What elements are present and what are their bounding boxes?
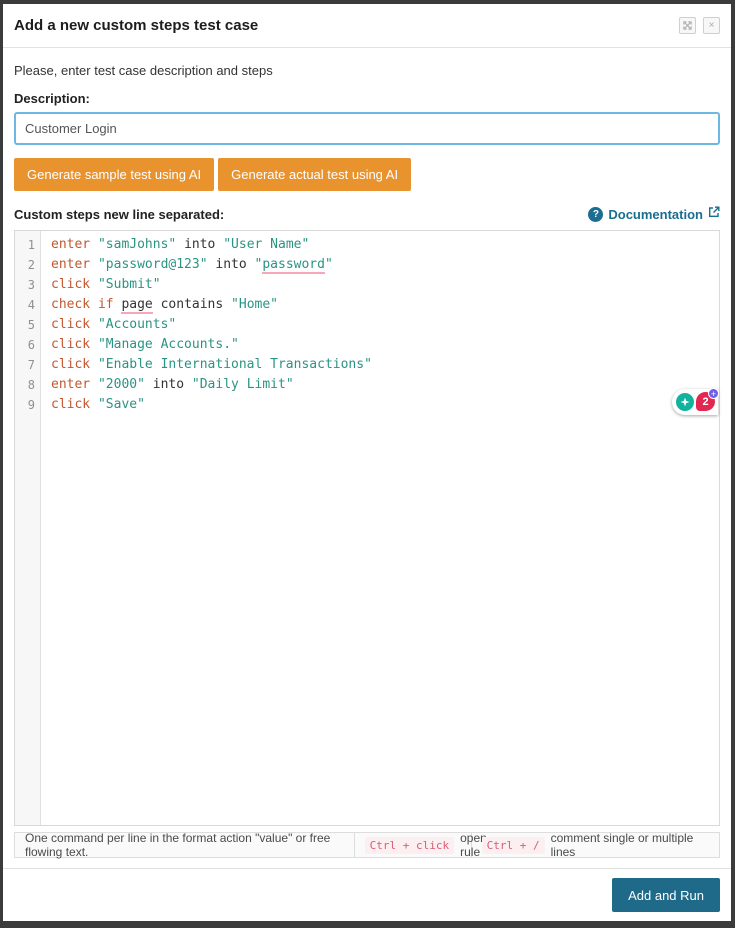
add-and-run-button[interactable]: Add and Run <box>612 878 720 912</box>
external-link-icon <box>708 205 720 223</box>
generate-sample-test-button[interactable]: Generate sample test using AI <box>14 158 215 191</box>
code-line: click "Save" <box>51 397 145 412</box>
premium-plus-icon: + <box>708 388 719 399</box>
maximize-button[interactable] <box>679 17 696 34</box>
documentation-label: Documentation <box>608 206 703 222</box>
editor-lines: enter "samJohns" into "User Name" enter "… <box>41 231 719 825</box>
grammar-checker-widget: 2 + <box>672 388 719 415</box>
modal-title: Add a new custom steps test case <box>14 17 259 34</box>
generate-actual-test-button[interactable]: Generate actual test using AI <box>218 158 412 191</box>
code-line: click "Accounts" <box>51 317 177 332</box>
grammar-error-count-button[interactable]: 2 + <box>696 388 719 412</box>
code-line: check if page contains "Home" <box>51 297 279 314</box>
documentation-link[interactable]: ? Documentation <box>588 205 720 223</box>
kbd-ctrl-slash: Ctrl + / <box>481 836 545 854</box>
grammar-check-icon[interactable] <box>676 393 694 411</box>
editor-hint-bar: One command per line in the format actio… <box>14 831 720 859</box>
close-icon: × <box>708 19 715 31</box>
kbd-ctrl-click: Ctrl + click <box>364 836 455 854</box>
description-label: Description: <box>14 91 90 106</box>
close-button[interactable]: × <box>703 17 720 34</box>
code-line: enter "2000" into "Daily Limit" <box>51 377 294 392</box>
hint-comment-text: comment single or multiple lines <box>550 831 694 859</box>
line-number: 7 <box>27 358 35 372</box>
hint-open-rule: Ctrl + click open rule <box>355 831 487 859</box>
line-number: 5 <box>27 318 35 332</box>
line-number: 3 <box>27 278 35 292</box>
modal-body: Please, enter test case description and … <box>3 48 731 868</box>
description-input[interactable] <box>14 112 720 145</box>
editor-gutter: 1 2 3 4 5 6 7 8 9 <box>15 231 41 825</box>
hint-format-text: One command per line in the format actio… <box>25 831 331 859</box>
hint-format: One command per line in the format actio… <box>15 831 355 859</box>
code-line: enter "password@123" into "password" <box>51 257 333 274</box>
line-number: 6 <box>27 338 35 352</box>
window-controls: × <box>679 17 720 34</box>
maximize-icon <box>683 21 692 30</box>
line-number: 4 <box>27 298 35 312</box>
line-number: 1 <box>27 238 35 252</box>
line-number: 2 <box>27 258 35 272</box>
steps-label-row: Custom steps new line separated: ? Docum… <box>14 205 720 223</box>
modal-footer: Add and Run <box>3 868 731 921</box>
code-line: enter "samJohns" into "User Name" <box>51 237 310 252</box>
add-test-case-modal: Add a new custom steps test case × Pleas… <box>3 4 731 921</box>
modal-header: Add a new custom steps test case × <box>3 4 731 48</box>
code-line: click "Manage Accounts." <box>51 337 239 352</box>
steps-code-editor[interactable]: 1 2 3 4 5 6 7 8 9 enter "samJohns" into "User Na… <box>14 230 720 826</box>
sparkle-icon <box>680 397 690 407</box>
help-icon[interactable]: ? <box>588 206 604 222</box>
custom-steps-label: Custom steps new line separated: <box>14 206 225 222</box>
modal-subtitle: Please, enter test case description and … <box>14 63 273 78</box>
hint-comment: Ctrl + / comment single or multiple line… <box>472 831 719 859</box>
line-number: 9 <box>27 398 35 412</box>
code-line: click "Enable International Transactions… <box>51 357 372 372</box>
line-number: 8 <box>27 378 35 392</box>
ai-buttons-row: Generate sample test using AI Generate a… <box>14 158 720 191</box>
code-line: click "Submit" <box>51 277 161 292</box>
